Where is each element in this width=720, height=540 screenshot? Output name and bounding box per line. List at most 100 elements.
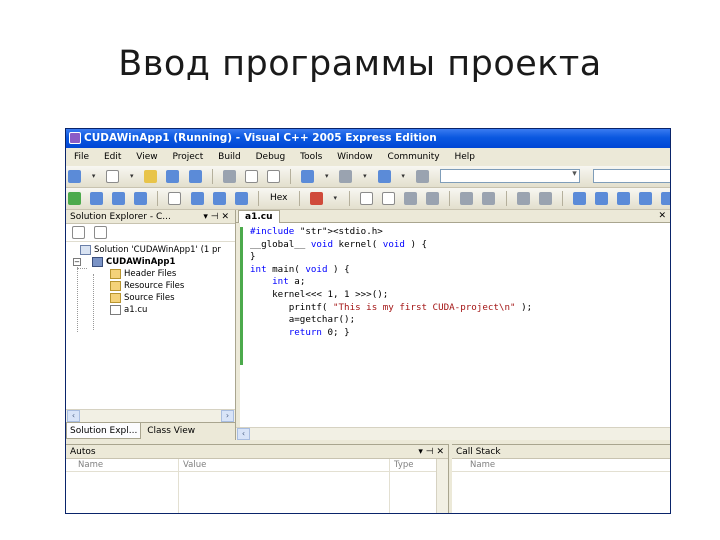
vertical-scrollbar[interactable] — [436, 459, 448, 513]
code-line[interactable]: int a; — [250, 276, 532, 289]
navigate-icon[interactable] — [377, 170, 391, 183]
tree-label: Source Files — [124, 293, 175, 303]
show-all-files-icon[interactable] — [94, 226, 108, 239]
menu-window[interactable]: Window — [337, 148, 373, 166]
save-icon[interactable] — [166, 170, 180, 183]
menu-community[interactable]: Community — [388, 148, 440, 166]
next-bookmark-icon[interactable] — [617, 192, 631, 205]
prev-bookmark-folder-icon[interactable] — [639, 192, 653, 205]
column-value[interactable]: Value — [183, 459, 206, 472]
breakpoints-icon[interactable] — [309, 192, 323, 205]
uncomment-icon[interactable] — [538, 192, 552, 205]
column-name[interactable]: Name — [470, 459, 495, 472]
column-type[interactable]: Type — [394, 459, 414, 472]
folder-icon — [110, 269, 121, 279]
undo-icon[interactable] — [301, 170, 315, 183]
find-combo[interactable] — [592, 169, 670, 183]
cut-icon[interactable] — [222, 170, 236, 183]
hex-toggle[interactable]: Hex — [270, 192, 287, 205]
collapse-icon[interactable]: − — [73, 258, 81, 266]
stop-debugging-icon[interactable] — [112, 192, 126, 205]
window-titlebar[interactable]: CUDAWinApp1 (Running) - Visual C++ 2005 … — [66, 129, 670, 148]
redo-icon[interactable] — [339, 170, 353, 183]
add-item-icon[interactable] — [106, 170, 120, 183]
paste-icon[interactable] — [266, 170, 280, 183]
horizontal-scrollbar[interactable]: ‹ › — [66, 409, 235, 422]
tab-class-view[interactable]: Class View — [144, 423, 198, 439]
step-out-icon[interactable] — [234, 192, 248, 205]
ide-window: CUDAWinApp1 (Running) - Visual C++ 2005 … — [65, 128, 671, 514]
tab-solution-explorer[interactable]: Solution Expl... — [66, 423, 142, 439]
code-line[interactable]: #include "str"><stdio.h> — [250, 226, 532, 239]
chevron-down-icon[interactable]: ▾ — [323, 170, 330, 183]
scroll-left-icon[interactable]: ‹ — [67, 410, 80, 422]
tree-node-project[interactable]: − CUDAWinApp1 — [66, 256, 235, 268]
tree-label: Header Files — [124, 269, 177, 279]
menu-help[interactable]: Help — [455, 148, 476, 166]
column-name[interactable]: Name — [78, 459, 103, 472]
pointer-icon[interactable] — [404, 192, 418, 205]
app-icon — [69, 132, 81, 144]
start-debug-icon[interactable] — [415, 170, 429, 183]
copy-icon[interactable] — [244, 170, 258, 183]
outdent-icon[interactable] — [482, 192, 496, 205]
scroll-left-icon[interactable]: ‹ — [237, 428, 250, 440]
panel-window-controls[interactable]: ▾ ⊣ ✕ — [203, 210, 229, 224]
query-icon[interactable] — [381, 192, 395, 205]
prev-bookmark-icon[interactable] — [595, 192, 609, 205]
continue-icon[interactable] — [68, 192, 81, 205]
tree-node-file[interactable]: a1.cu — [66, 304, 235, 316]
indent-icon[interactable] — [460, 192, 474, 205]
chevron-down-icon[interactable]: ▾ — [361, 170, 368, 183]
restart-icon[interactable] — [134, 192, 148, 205]
tree-node-solution[interactable]: Solution 'CUDAWinApp1' (1 pr — [66, 244, 235, 256]
solution-config-combo[interactable] — [439, 169, 580, 183]
new-project-icon[interactable] — [68, 170, 81, 183]
tab-a1-cu[interactable]: a1.cu — [238, 210, 280, 223]
code-line[interactable]: int main( void ) { — [250, 264, 532, 277]
comment-icon[interactable] — [516, 192, 530, 205]
editor-tab-strip: a1.cu ✕ — [236, 210, 670, 223]
text-editor-icon[interactable] — [359, 192, 373, 205]
tree-node-source-files[interactable]: Source Files — [66, 292, 235, 304]
panel-window-controls[interactable]: ▾ ⊣ ✕ — [418, 445, 444, 459]
code-line[interactable]: } — [250, 251, 532, 264]
step-into-icon[interactable] — [190, 192, 204, 205]
code-line[interactable]: printf( "This is my first CUDA-project\n… — [250, 302, 532, 315]
solution-explorer-header: Solution Explorer - C... ▾ ⊣ ✕ — [66, 210, 235, 224]
chevron-down-icon[interactable]: ▾ — [400, 170, 407, 183]
chevron-down-icon[interactable]: ▾ — [90, 170, 97, 183]
chevron-down-icon[interactable]: ▾ — [332, 192, 339, 205]
code-area[interactable]: #include "str"><stdio.h> __global__ void … — [236, 223, 670, 427]
tree-node-resource-files[interactable]: Resource Files — [66, 280, 235, 292]
menu-view[interactable]: View — [136, 148, 157, 166]
project-icon — [92, 257, 103, 267]
save-all-icon[interactable] — [188, 170, 202, 183]
menu-edit[interactable]: Edit — [104, 148, 121, 166]
bookmark-icon[interactable] — [572, 192, 586, 205]
code-line[interactable]: a=getchar(); — [250, 314, 532, 327]
text-direction-icon[interactable] — [426, 192, 440, 205]
code-line[interactable]: __global__ void kernel( void ) { — [250, 239, 532, 252]
menu-project[interactable]: Project — [172, 148, 203, 166]
next-bookmark-folder-icon[interactable] — [661, 192, 670, 205]
open-file-icon[interactable] — [144, 170, 158, 183]
show-next-statement-icon[interactable] — [168, 192, 182, 205]
step-over-icon[interactable] — [212, 192, 226, 205]
autos-column-header: Name Value Type — [66, 459, 448, 472]
properties-icon[interactable] — [72, 226, 85, 239]
chevron-down-icon[interactable]: ▾ — [128, 170, 135, 183]
tree-node-header-files[interactable]: Header Files — [66, 268, 235, 280]
scroll-right-icon[interactable]: › — [221, 410, 234, 422]
horizontal-scrollbar[interactable]: ‹ — [236, 427, 670, 440]
break-all-icon[interactable] — [90, 192, 104, 205]
source-code[interactable]: #include "str"><stdio.h> __global__ void … — [250, 226, 532, 339]
menu-tools[interactable]: Tools — [300, 148, 322, 166]
code-line[interactable]: kernel<<< 1, 1 >>>(); — [250, 289, 532, 302]
tree-label: Solution 'CUDAWinApp1' (1 pr — [94, 245, 221, 255]
menu-file[interactable]: File — [74, 148, 89, 166]
code-line[interactable]: return 0; } — [250, 327, 532, 340]
close-icon[interactable]: ✕ — [658, 210, 666, 223]
menu-debug[interactable]: Debug — [256, 148, 286, 166]
menu-build[interactable]: Build — [218, 148, 241, 166]
